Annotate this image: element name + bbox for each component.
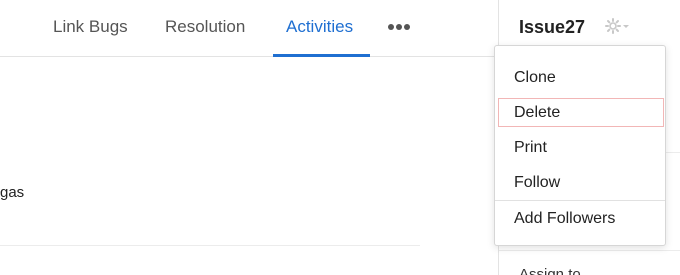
side-divider — [499, 250, 680, 251]
tab-resolution[interactable]: Resolution — [165, 17, 245, 37]
main-panel: Link Bugs Resolution Activities gas — [0, 0, 498, 275]
activity-text-fragment: gas — [0, 184, 25, 201]
menu-item-add-followers[interactable]: Add Followers — [498, 204, 664, 233]
assign-to-label: Assign to — [519, 266, 581, 275]
menu-item-clone[interactable]: Clone — [498, 63, 664, 92]
menu-item-delete[interactable]: Delete — [498, 98, 664, 127]
menu-item-follow[interactable]: Follow — [498, 168, 664, 197]
issue-title: Issue27 — [519, 17, 586, 37]
screen: Link Bugs Resolution Activities gas Issu… — [0, 0, 680, 275]
more-horizontal-icon[interactable] — [386, 17, 414, 37]
gear-icon[interactable] — [604, 17, 630, 35]
chevron-down-icon — [623, 25, 629, 28]
tab-activities[interactable]: Activities — [286, 17, 353, 37]
tab-bar: Link Bugs Resolution Activities — [0, 0, 498, 57]
tab-link-bugs[interactable]: Link Bugs — [53, 17, 128, 37]
active-tab-indicator — [273, 54, 370, 57]
menu-separator — [495, 200, 665, 201]
menu-item-print[interactable]: Print — [498, 133, 664, 162]
content-divider — [0, 245, 420, 246]
issue-actions-menu: Clone Delete Print Follow Add Followers — [494, 45, 666, 246]
